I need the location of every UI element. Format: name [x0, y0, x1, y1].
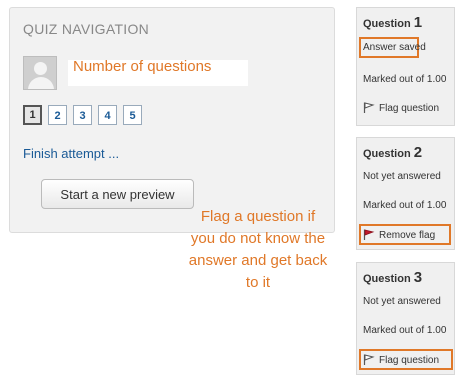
- quiz-navigation-panel: QUIZ NAVIGATION 1 2 3 4 5 Finish attempt…: [9, 7, 335, 233]
- number-of-questions-annotation: Number of questions: [73, 58, 212, 75]
- question-status: Not yet answered: [363, 296, 441, 307]
- question-marks: Marked out of 1.00: [363, 325, 447, 336]
- flag-question-button[interactable]: Flag question: [363, 354, 439, 366]
- finish-attempt-link[interactable]: Finish attempt ...: [23, 146, 119, 161]
- question-number: 2: [413, 144, 423, 161]
- question-label: Question: [363, 148, 411, 160]
- question-1-info: Question 1 Answer saved Marked out of 1.…: [356, 7, 455, 126]
- question-2-info: Question 2 Not yet answered Marked out o…: [356, 137, 455, 250]
- flag-hint-line: you do not know the: [190, 230, 326, 247]
- question-number: 3: [413, 269, 423, 286]
- question-button-5[interactable]: 5: [123, 105, 142, 125]
- user-avatar-icon: [23, 56, 57, 90]
- start-new-preview-button[interactable]: Start a new preview: [41, 179, 194, 209]
- question-label: Question: [363, 273, 411, 285]
- remove-flag-label: Remove flag: [379, 230, 436, 241]
- flag-hint-line: Flag a question if: [200, 208, 316, 225]
- question-number: 1: [413, 14, 423, 31]
- question-buttons: 1 2 3 4 5: [23, 105, 142, 125]
- flag-question-button[interactable]: Flag question: [363, 102, 439, 114]
- question-status: Answer saved: [363, 42, 426, 53]
- flag-outline-icon: [363, 102, 375, 113]
- question-label: Question: [363, 18, 411, 30]
- question-button-1[interactable]: 1: [23, 105, 42, 125]
- question-marks: Marked out of 1.00: [363, 200, 447, 211]
- question-marks: Marked out of 1.00: [363, 74, 447, 85]
- remove-flag-button[interactable]: Remove flag: [363, 229, 435, 241]
- quiz-navigation-title: QUIZ NAVIGATION: [23, 21, 150, 37]
- flag-question-label: Flag question: [379, 103, 440, 114]
- flag-hint-annotation: Flag a question if you do not know the a…: [168, 206, 348, 294]
- question-button-2[interactable]: 2: [48, 105, 67, 125]
- flag-hint-line: to it: [245, 274, 271, 291]
- question-status: Not yet answered: [363, 171, 441, 182]
- question-button-4[interactable]: 4: [98, 105, 117, 125]
- flag-hint-line: answer and get back: [188, 252, 328, 269]
- flag-filled-icon: [363, 229, 375, 240]
- flag-question-label: Flag question: [379, 355, 440, 366]
- flag-outline-icon: [363, 354, 375, 365]
- question-button-3[interactable]: 3: [73, 105, 92, 125]
- question-3-info: Question 3 Not yet answered Marked out o…: [356, 262, 455, 375]
